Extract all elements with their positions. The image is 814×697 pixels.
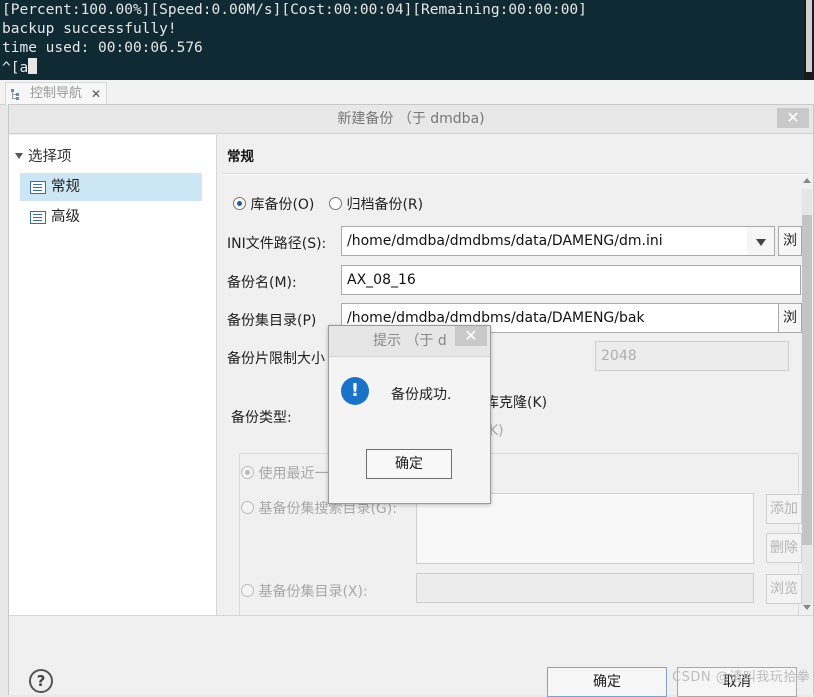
radio-selected-icon[interactable] <box>233 197 246 210</box>
help-icon[interactable]: ? <box>29 669 53 693</box>
radio-label: 使用最近一 <box>258 466 329 482</box>
tree-item-label: 高级 <box>51 209 80 225</box>
radio-disabled-icon <box>241 501 254 514</box>
terminal-output: [Percent:100.00%][Speed:0.00M/s][Cost:00… <box>0 0 804 80</box>
scroll-up-icon[interactable] <box>803 178 811 183</box>
base-dir-input[interactable] <box>416 573 754 603</box>
backup-name-input[interactable]: AX_08_16 <box>341 265 801 295</box>
general-settings-pane: 常规 库备份(O) 归档备份(R) INI文件路径(S): /home/dmdb… <box>217 135 813 631</box>
tab-control-navigation[interactable]: 控制导航 ✕ <box>5 82 108 105</box>
view-tab-strip: 控制导航 ✕ <box>0 80 814 105</box>
add-dir-button[interactable]: 添加 <box>766 494 802 524</box>
tree-item-advanced[interactable]: 高级 <box>20 203 202 231</box>
ini-browse-button[interactable]: 浏 <box>778 226 802 256</box>
radio-partial-label: K) <box>489 423 504 439</box>
radio-disabled-icon <box>241 584 254 597</box>
piece-limit-label: 备份片限制大小 <box>227 351 325 367</box>
settings-scrollbar[interactable] <box>801 175 813 615</box>
section-title: 常规 <box>227 149 254 165</box>
base-dir-browse-button[interactable]: 浏览 <box>766 574 802 604</box>
popup-message: 备份成功. <box>391 387 452 403</box>
popup-close-button[interactable]: ✕ <box>455 326 487 346</box>
tab-close-icon[interactable]: ✕ <box>91 83 101 105</box>
navigation-tree-icon <box>11 89 19 100</box>
scroll-down-icon[interactable] <box>803 605 811 610</box>
tree-item-label: 常规 <box>51 179 80 195</box>
watermark: CSDN @请叫我玩拾拳 <box>672 670 811 685</box>
terminal-prompt-line: ^[a <box>0 58 804 78</box>
tab-label: 控制导航 <box>30 86 83 101</box>
tree-header-label: 选择项 <box>28 149 72 165</box>
radio-label: 基备份集目录(X): <box>258 584 368 600</box>
popup-title: 提示 （于 d <box>373 333 447 349</box>
dialog-titlebar[interactable]: 新建备份 （于 dmdba) ✕ <box>9 105 813 134</box>
radio-icon[interactable] <box>329 197 342 210</box>
terminal-cursor <box>28 58 38 74</box>
radio-label: 归档备份(R) <box>346 197 424 213</box>
success-message-dialog: 提示 （于 d ✕ ! 备份成功. 确定 <box>328 325 491 504</box>
radio-use-latest[interactable]: 使用最近一 <box>241 463 328 483</box>
radio-base-dir[interactable]: 基备份集目录(X): <box>241 581 368 601</box>
dialog-close-button[interactable]: ✕ <box>777 108 809 128</box>
dialog-title: 新建备份 （于 dmdba) <box>337 111 485 127</box>
ini-path-combobox[interactable]: /home/dmdba/dmdbms/data/DAMENG/dm.ini <box>341 226 757 256</box>
backup-dir-browse-button[interactable]: 浏 <box>778 303 802 333</box>
radio-archive-backup[interactable]: 归档备份(R) <box>329 194 423 214</box>
delete-dir-button[interactable]: 删除 <box>766 533 802 563</box>
piece-limit-input[interactable]: 2048 <box>595 341 789 371</box>
scrollbar-thumb[interactable] <box>802 215 812 545</box>
terminal-line: ^[a <box>2 60 29 76</box>
section-divider <box>223 173 809 175</box>
terminal-scrollbar-thumb[interactable] <box>806 0 812 72</box>
radio-db-clone-label[interactable]: 库克隆(K) <box>485 392 547 412</box>
terminal-line: [Percent:100.00%][Speed:0.00M/s][Cost:00… <box>2 2 587 18</box>
terminal-line: backup successfully! <box>2 21 177 37</box>
backup-type-label: 备份类型: <box>231 410 292 426</box>
radio-db-backup[interactable]: 库备份(O) <box>233 194 314 214</box>
ini-path-label: INI文件路径(S): <box>227 236 327 252</box>
info-icon: ! <box>341 377 369 405</box>
ini-path-dropdown-icon[interactable] <box>747 226 775 256</box>
collapse-arrow-icon[interactable] <box>15 153 23 159</box>
terminal-line: time used: 00:00:06.576 <box>2 40 203 56</box>
tree-header[interactable]: 选择项 <box>15 145 72 166</box>
popup-ok-button[interactable]: 确定 <box>366 449 452 479</box>
form-icon <box>30 211 46 224</box>
tree-item-general[interactable]: 常规 <box>20 173 202 201</box>
terminal-scrollbar[interactable] <box>804 0 814 80</box>
radio-label: 库备份(O) <box>250 197 315 213</box>
backup-name-label: 备份名(M): <box>227 275 297 291</box>
popup-titlebar[interactable]: 提示 （于 d ✕ <box>329 326 490 357</box>
options-tree-pane: 选择项 常规 高级 <box>9 135 217 615</box>
form-icon <box>30 181 46 194</box>
radio-disabled-icon <box>241 466 254 479</box>
backup-dir-label: 备份集目录(P) <box>227 313 317 329</box>
